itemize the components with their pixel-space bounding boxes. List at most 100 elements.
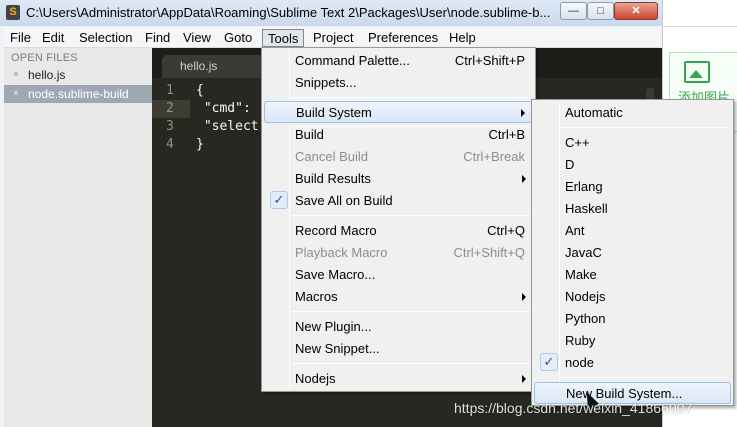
menu-item-label: Macros (295, 289, 338, 304)
line-number: 1 (166, 83, 174, 98)
menu-item-shortcut: Ctrl+B (488, 127, 525, 142)
menu-item-label: Command Palette... (295, 53, 410, 68)
menu-item-label: Ruby (565, 333, 596, 348)
build-item-make[interactable]: Make (534, 264, 731, 286)
menu-tools[interactable]: Tools (262, 29, 305, 47)
tools-menu: Command Palette... Ctrl+Shift+P Snippets… (261, 47, 536, 392)
menu-project[interactable]: Project (308, 29, 358, 47)
menu-item-save-macro[interactable]: Save Macro... (264, 264, 533, 286)
menu-file[interactable]: File (5, 29, 36, 47)
menu-item-cancel-build[interactable]: Cancel Build Ctrl+Break (264, 146, 533, 168)
submenu-arrow-icon (522, 375, 526, 383)
menu-item-label: Snippets... (295, 75, 357, 90)
menu-bar: File Edit Selection Find View Goto Tools… (4, 27, 660, 48)
menu-item-label: Cancel Build (295, 149, 368, 164)
menu-item-label: New Snippet... (295, 341, 380, 356)
maximize-button[interactable]: □ (587, 2, 614, 20)
build-item-ant[interactable]: Ant (534, 220, 731, 242)
menu-item-label: Haskell (565, 201, 608, 216)
menu-item-shortcut: Ctrl+Break (463, 149, 525, 164)
menu-item-new-snippet[interactable]: New Snippet... (264, 338, 533, 360)
menu-item-build-results[interactable]: Build Results (264, 168, 533, 190)
menu-item-nodejs[interactable]: Nodejs (264, 368, 533, 390)
build-system-submenu: Automatic C++ D Erlang Haskell Ant JavaC… (531, 99, 734, 406)
menu-item-new-plugin[interactable]: New Plugin... (264, 316, 533, 338)
menu-item-label: Nodejs (565, 289, 606, 304)
line-number: 2 (166, 101, 174, 116)
menu-separator (292, 97, 530, 98)
close-button[interactable]: ✕ (614, 2, 658, 20)
submenu-arrow-icon (522, 175, 526, 183)
title-bar[interactable]: S C:\Users\Administrator\AppData\Roaming… (0, 0, 662, 26)
code-line: "select (196, 119, 259, 134)
line-gutter: 1 2 3 4 (152, 82, 192, 427)
menu-item-label: Build System (296, 105, 372, 120)
menu-preferences[interactable]: Preferences (363, 29, 443, 47)
minimize-button[interactable]: — (560, 2, 587, 20)
file-name: hello.js (28, 68, 66, 82)
build-item-ruby[interactable]: Ruby (534, 330, 731, 352)
menu-item-shortcut: Ctrl+Q (487, 223, 525, 238)
menu-item-build[interactable]: Build Ctrl+B (264, 124, 533, 146)
menu-item-snippets[interactable]: Snippets... (264, 72, 533, 94)
menu-item-command-palette[interactable]: Command Palette... Ctrl+Shift+P (264, 50, 533, 72)
build-item-automatic[interactable]: Automatic (534, 102, 731, 124)
file-name: node.sublime-build (28, 87, 129, 101)
line-number: 3 (166, 119, 174, 134)
menu-item-save-all-on-build[interactable]: ✓ Save All on Build (264, 190, 533, 212)
menu-item-label: Playback Macro (295, 245, 388, 260)
build-item-python[interactable]: Python (534, 308, 731, 330)
menu-help[interactable]: Help (444, 29, 481, 47)
sidebar-file-selected[interactable]: × node.sublime-build (4, 85, 152, 103)
build-item-node[interactable]: ✓ node (534, 352, 731, 374)
sidebar: OPEN FILES × hello.js × node.sublime-bui… (4, 48, 152, 427)
submenu-arrow-icon (522, 293, 526, 301)
menu-item-label: Build Results (295, 171, 371, 186)
code-line: } (196, 137, 204, 152)
close-file-icon[interactable]: × (13, 85, 19, 103)
menu-item-playback-macro[interactable]: Playback Macro Ctrl+Shift+Q (264, 242, 533, 264)
checkmark-icon: ✓ (270, 191, 288, 209)
build-item-haskell[interactable]: Haskell (534, 198, 731, 220)
menu-item-label: Save All on Build (295, 193, 393, 208)
menu-item-record-macro[interactable]: Record Macro Ctrl+Q (264, 220, 533, 242)
menu-item-label: Erlang (565, 179, 603, 194)
window-title: C:\Users\Administrator\AppData\Roaming\S… (26, 5, 551, 20)
sublime-app-icon: S (6, 5, 20, 20)
menu-separator (292, 311, 530, 312)
menu-separator (562, 127, 728, 128)
menu-find[interactable]: Find (140, 29, 175, 47)
menu-item-macros[interactable]: Macros (264, 286, 533, 308)
build-item-cpp[interactable]: C++ (534, 132, 731, 154)
image-icon (684, 61, 710, 83)
menu-item-label: New Plugin... (295, 319, 372, 334)
menu-separator (292, 363, 530, 364)
menu-separator (562, 377, 728, 378)
menu-separator (292, 215, 530, 216)
menu-item-build-system[interactable]: Build System (264, 101, 533, 123)
menu-item-shortcut: Ctrl+Shift+P (454, 53, 525, 68)
build-item-javac[interactable]: JavaC (534, 242, 731, 264)
build-item-erlang[interactable]: Erlang (534, 176, 731, 198)
menu-edit[interactable]: Edit (37, 29, 69, 47)
build-item-d[interactable]: D (534, 154, 731, 176)
menu-item-label: C++ (565, 135, 590, 150)
watermark: https://blog.csdn.net/weixin_41866007 (454, 400, 693, 416)
panel-divider (663, 26, 737, 27)
menu-item-label: JavaC (565, 245, 602, 260)
menu-item-label: Record Macro (295, 223, 377, 238)
checkmark-icon: ✓ (540, 353, 558, 371)
sidebar-file[interactable]: × hello.js (4, 66, 152, 84)
menu-item-label: Save Macro... (295, 267, 376, 282)
menu-view[interactable]: View (178, 29, 216, 47)
menu-item-label: Ant (565, 223, 585, 238)
menu-selection[interactable]: Selection (74, 29, 137, 47)
build-item-nodejs[interactable]: Nodejs (534, 286, 731, 308)
menu-goto[interactable]: Goto (219, 29, 257, 47)
menu-item-label: Nodejs (295, 371, 336, 386)
menu-item-shortcut: Ctrl+Shift+Q (453, 245, 525, 260)
line-number: 4 (166, 137, 174, 152)
code-line: "cmd": (196, 101, 251, 116)
menu-item-label: Make (565, 267, 597, 282)
close-file-icon[interactable]: × (13, 66, 19, 84)
